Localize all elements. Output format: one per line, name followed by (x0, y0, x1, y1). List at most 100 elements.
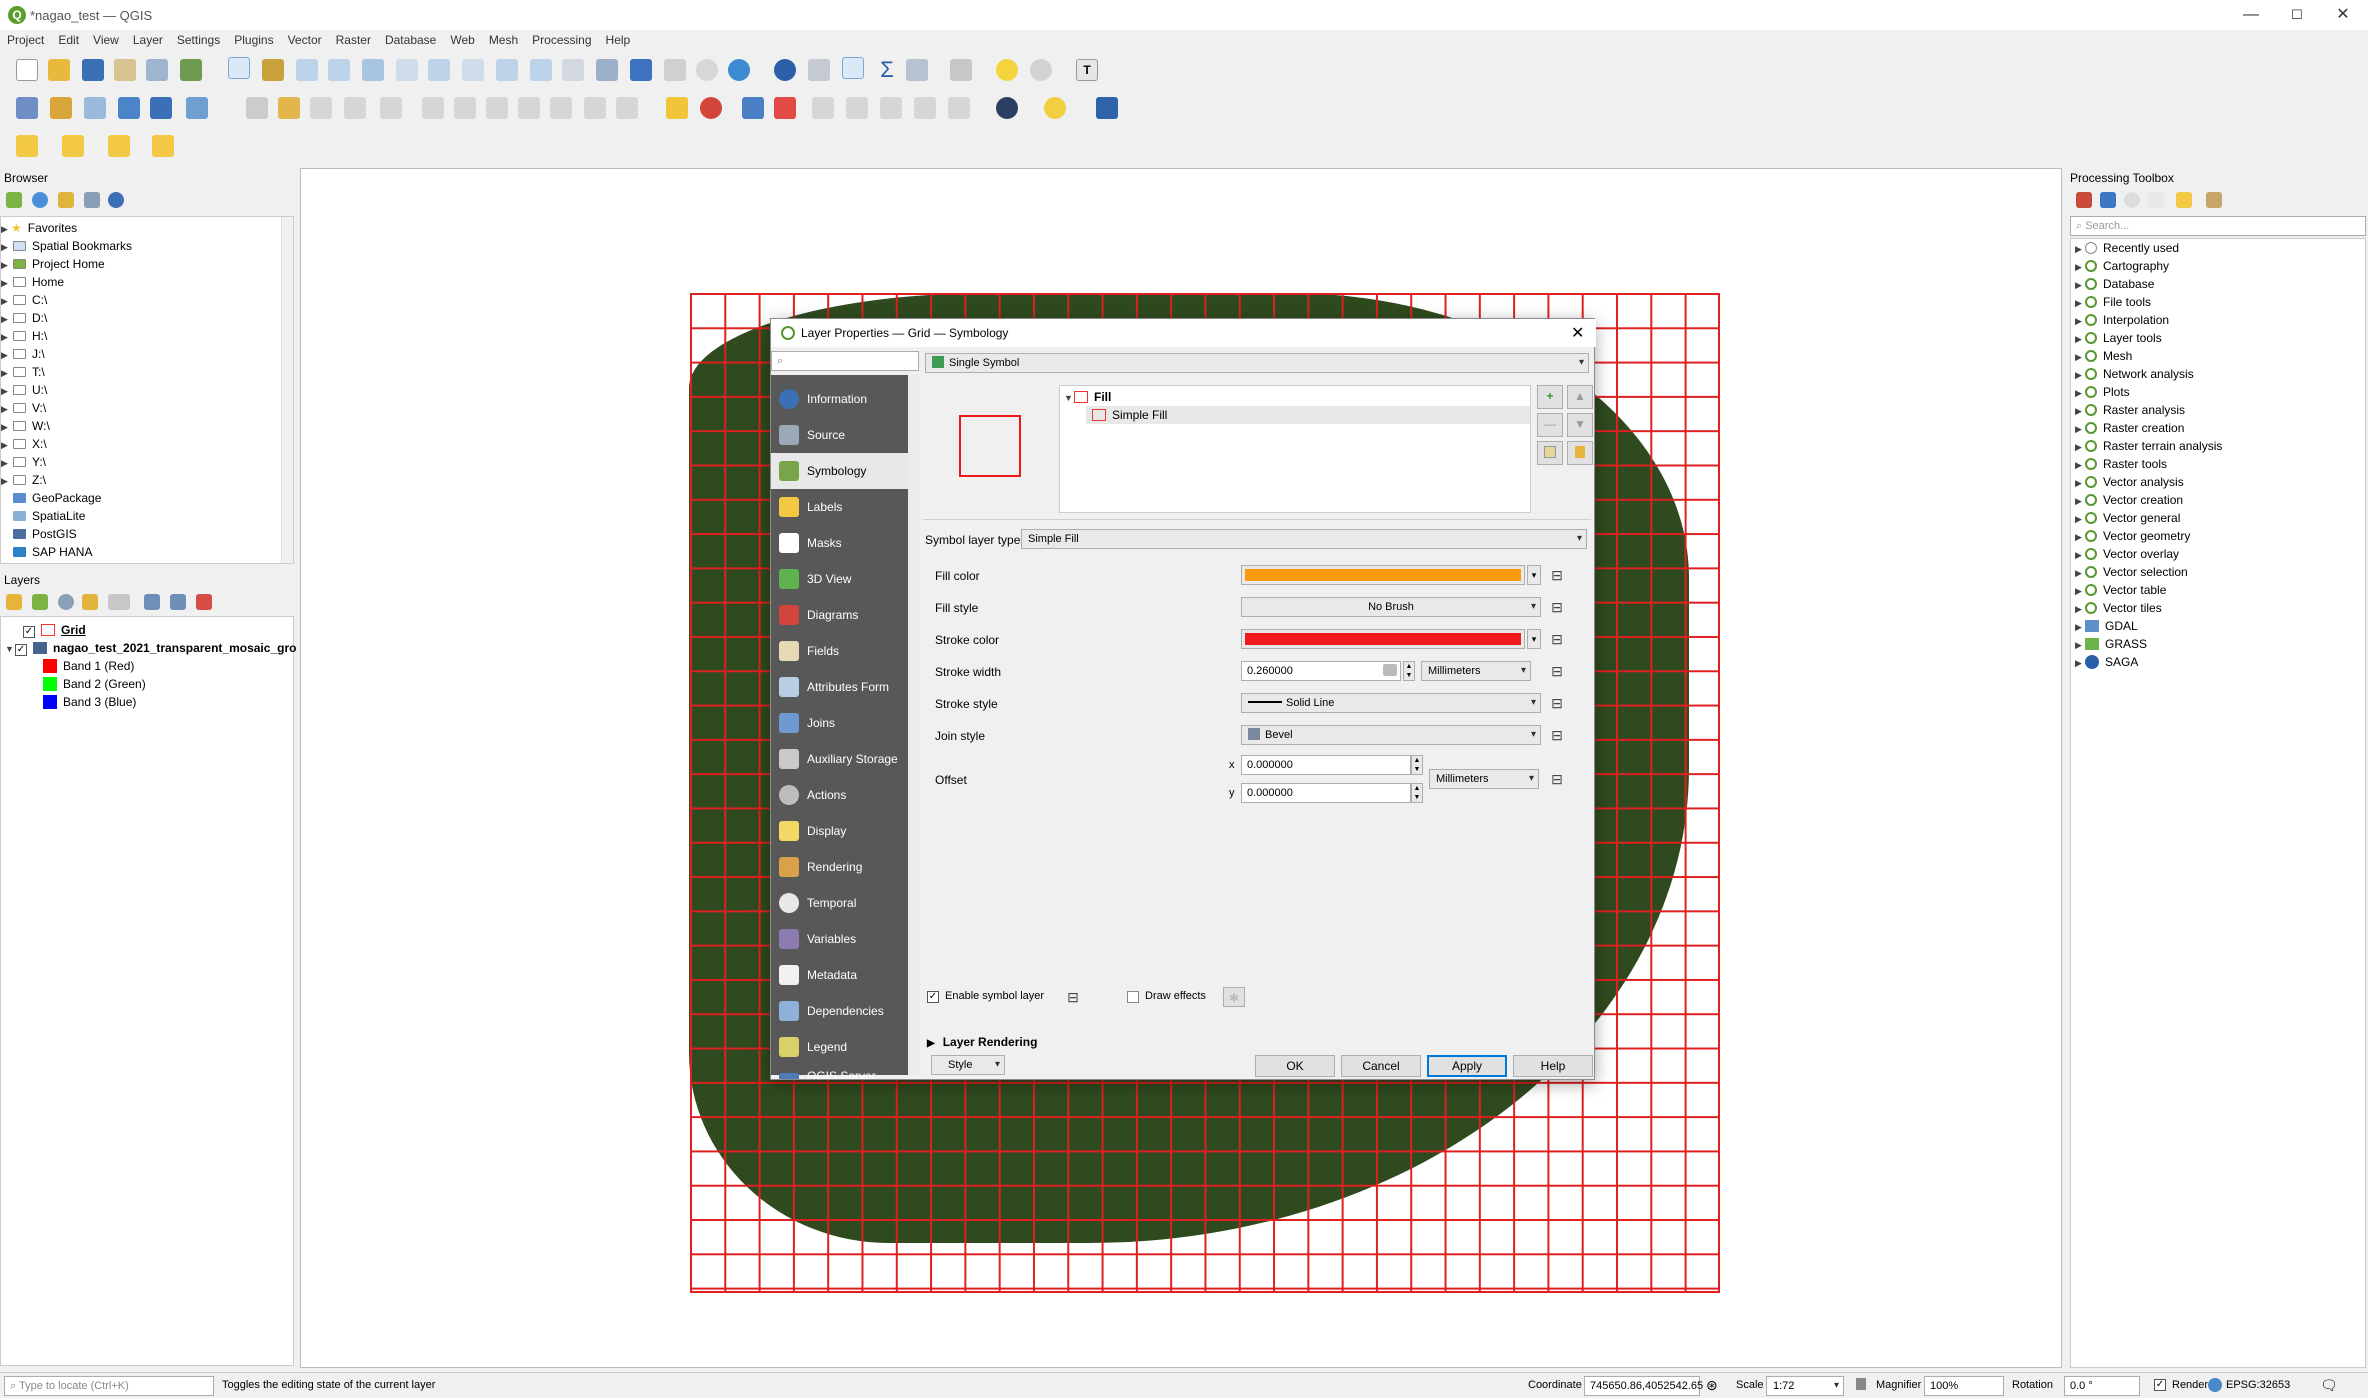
nav-attributes-form[interactable]: Attributes Form (771, 669, 908, 705)
browser-item-favorites[interactable]: ▶ ★ Favorites (1, 219, 77, 237)
zoom-out-icon[interactable] (328, 59, 350, 81)
menu-settings[interactable]: Settings (170, 30, 227, 50)
toolbox-item[interactable]: ▶ File tools (2075, 293, 2151, 311)
zoom-layer-icon[interactable] (428, 59, 450, 81)
dialog-close-icon[interactable]: ✕ (1571, 323, 1584, 343)
redo-icon[interactable] (616, 97, 638, 119)
toggle-editing-icon[interactable] (278, 97, 300, 119)
nav-auxiliary-storage[interactable]: Auxiliary Storage (771, 741, 908, 777)
stroke-style-select[interactable]: Solid Line (1241, 693, 1541, 713)
settings-gear-icon[interactable] (842, 57, 864, 79)
move-diagram-icon[interactable] (914, 97, 936, 119)
save-project-icon[interactable] (82, 59, 104, 81)
style-menu-button[interactable]: Style (931, 1055, 1005, 1075)
stroke-color-button[interactable] (1241, 629, 1525, 649)
paste-features-icon[interactable] (550, 97, 572, 119)
help-button[interactable]: Help (1513, 1055, 1593, 1077)
toolbox-item-grass[interactable]: ▶ GRASS (2075, 635, 2147, 653)
add-feature-icon[interactable] (344, 97, 366, 119)
toolbox-item[interactable]: ▶ Cartography (2075, 257, 2169, 275)
stroke-color-menu[interactable]: ▾ (1527, 629, 1541, 649)
rotation-input[interactable]: 0.0 ° (2064, 1376, 2140, 1396)
filter-expression-icon[interactable] (108, 594, 130, 610)
current-edits-icon[interactable] (246, 97, 268, 119)
select-location-icon[interactable] (152, 135, 174, 157)
zoom-selection-icon[interactable] (396, 59, 418, 81)
add-delimited-text-icon[interactable] (84, 97, 106, 119)
pin-labels-icon[interactable] (742, 97, 764, 119)
nav-source[interactable]: Source (771, 417, 908, 453)
browser-item-drive[interactable]: ▶ H:\ (1, 327, 47, 345)
nav-variables[interactable]: Variables (771, 921, 908, 957)
menu-edit[interactable]: Edit (51, 30, 86, 50)
expand-all-icon[interactable] (144, 594, 160, 610)
toolbox-item[interactable]: ▶ Raster tools (2075, 455, 2167, 473)
render-checkbox[interactable]: ✓ (2154, 1379, 2166, 1391)
nav-metadata[interactable]: Metadata (771, 957, 908, 993)
pan-map-icon[interactable] (228, 57, 250, 79)
measure-line-icon[interactable] (950, 59, 972, 81)
nav-labels[interactable]: Labels (771, 489, 908, 525)
stroke-width-unit-select[interactable]: Millimeters (1421, 661, 1531, 681)
offset-x-spinner[interactable]: ▲ ▼ (1411, 755, 1423, 775)
menu-database[interactable]: Database (378, 30, 443, 50)
nav-symbology[interactable]: Symbology (771, 453, 908, 489)
vertex-tool-icon[interactable] (380, 97, 402, 119)
messages-icon[interactable]: 🗨 (2320, 1377, 2338, 1394)
menu-mesh[interactable]: Mesh (482, 30, 525, 50)
offset-x-input[interactable]: 0.000000 (1241, 755, 1411, 775)
add-symbol-layer-button[interactable]: + (1537, 385, 1563, 409)
add-virtual-layer-icon[interactable] (186, 97, 208, 119)
browser-item-drive[interactable]: ▶ V:\ (1, 399, 46, 417)
coordinate-field[interactable]: 745650.86,4052542.65 (1584, 1376, 1703, 1396)
stroke-color-dd-icon[interactable]: ⊟ (1547, 629, 1567, 649)
fill-color-dd-icon[interactable]: ⊟ (1547, 565, 1567, 585)
open-field-calculator-icon[interactable] (906, 59, 928, 81)
cut-features-icon[interactable] (486, 97, 508, 119)
modify-attributes-icon[interactable] (422, 97, 444, 119)
fill-style-select[interactable]: No Brush (1241, 597, 1541, 617)
crs-label[interactable]: EPSG:32653 (2226, 1379, 2290, 1391)
select-features-icon[interactable] (16, 135, 38, 157)
refresh-icon[interactable] (32, 192, 48, 208)
nav-search-input[interactable]: ⌕ (771, 351, 919, 371)
nav-rendering[interactable]: Rendering (771, 849, 908, 885)
toolbox-item[interactable]: ▶ Vector table (2075, 581, 2166, 599)
info-icon[interactable] (108, 192, 124, 208)
offset-y-input[interactable]: 0.000000 (1241, 783, 1411, 803)
browser-item-postgis[interactable]: PostGIS (1, 525, 77, 543)
menu-layer[interactable]: Layer (126, 30, 170, 50)
scripts-icon[interactable] (2100, 192, 2116, 208)
hide-labels-icon[interactable] (774, 97, 796, 119)
magnifier-input[interactable]: 100% (1924, 1376, 2004, 1396)
zoom-full-icon[interactable] (362, 59, 384, 81)
python-console-icon[interactable] (1044, 97, 1066, 119)
browser-item-project-home[interactable]: ▶ Project Home (1, 255, 105, 273)
nav-diagrams[interactable]: Diagrams (771, 597, 908, 633)
map-tips-icon[interactable] (996, 59, 1018, 81)
symbol-layer-type-select[interactable]: Simple Fill (1021, 529, 1587, 549)
select-by-value-icon[interactable] (62, 135, 84, 157)
attribute-table-icon[interactable] (808, 59, 830, 81)
renderer-select[interactable]: Single Symbol (925, 353, 1589, 373)
toolbox-item[interactable]: ▶ Vector creation (2075, 491, 2183, 509)
menu-processing[interactable]: Processing (525, 30, 598, 50)
history-icon[interactable] (2124, 192, 2140, 208)
show-bookmarks-icon[interactable] (664, 59, 686, 81)
toolbox-item[interactable]: ▶ Mesh (2075, 347, 2132, 365)
browser-item-drive[interactable]: ▶ C:\ (1, 291, 47, 309)
fill-style-dd-icon[interactable]: ⊟ (1547, 597, 1567, 617)
filter-icon[interactable] (58, 192, 74, 208)
browser-scrollbar[interactable] (281, 217, 293, 563)
offset-y-spinner[interactable]: ▲ ▼ (1411, 783, 1423, 803)
maximize-button[interactable]: ☐ (2274, 2, 2320, 28)
nav-qgis-server[interactable]: QGIS Server (771, 1065, 908, 1079)
change-label-icon[interactable] (880, 97, 902, 119)
toolbox-item[interactable]: ▶ Vector selection (2075, 563, 2188, 581)
menu-vector[interactable]: Vector (281, 30, 329, 50)
stroke-width-input[interactable]: 0.260000 (1241, 661, 1401, 681)
menu-project[interactable]: Project (0, 30, 51, 50)
in-place-edit-icon[interactable] (2176, 192, 2192, 208)
offset-dd-icon[interactable]: ⊟ (1547, 769, 1567, 789)
cancel-button[interactable]: Cancel (1341, 1055, 1421, 1077)
